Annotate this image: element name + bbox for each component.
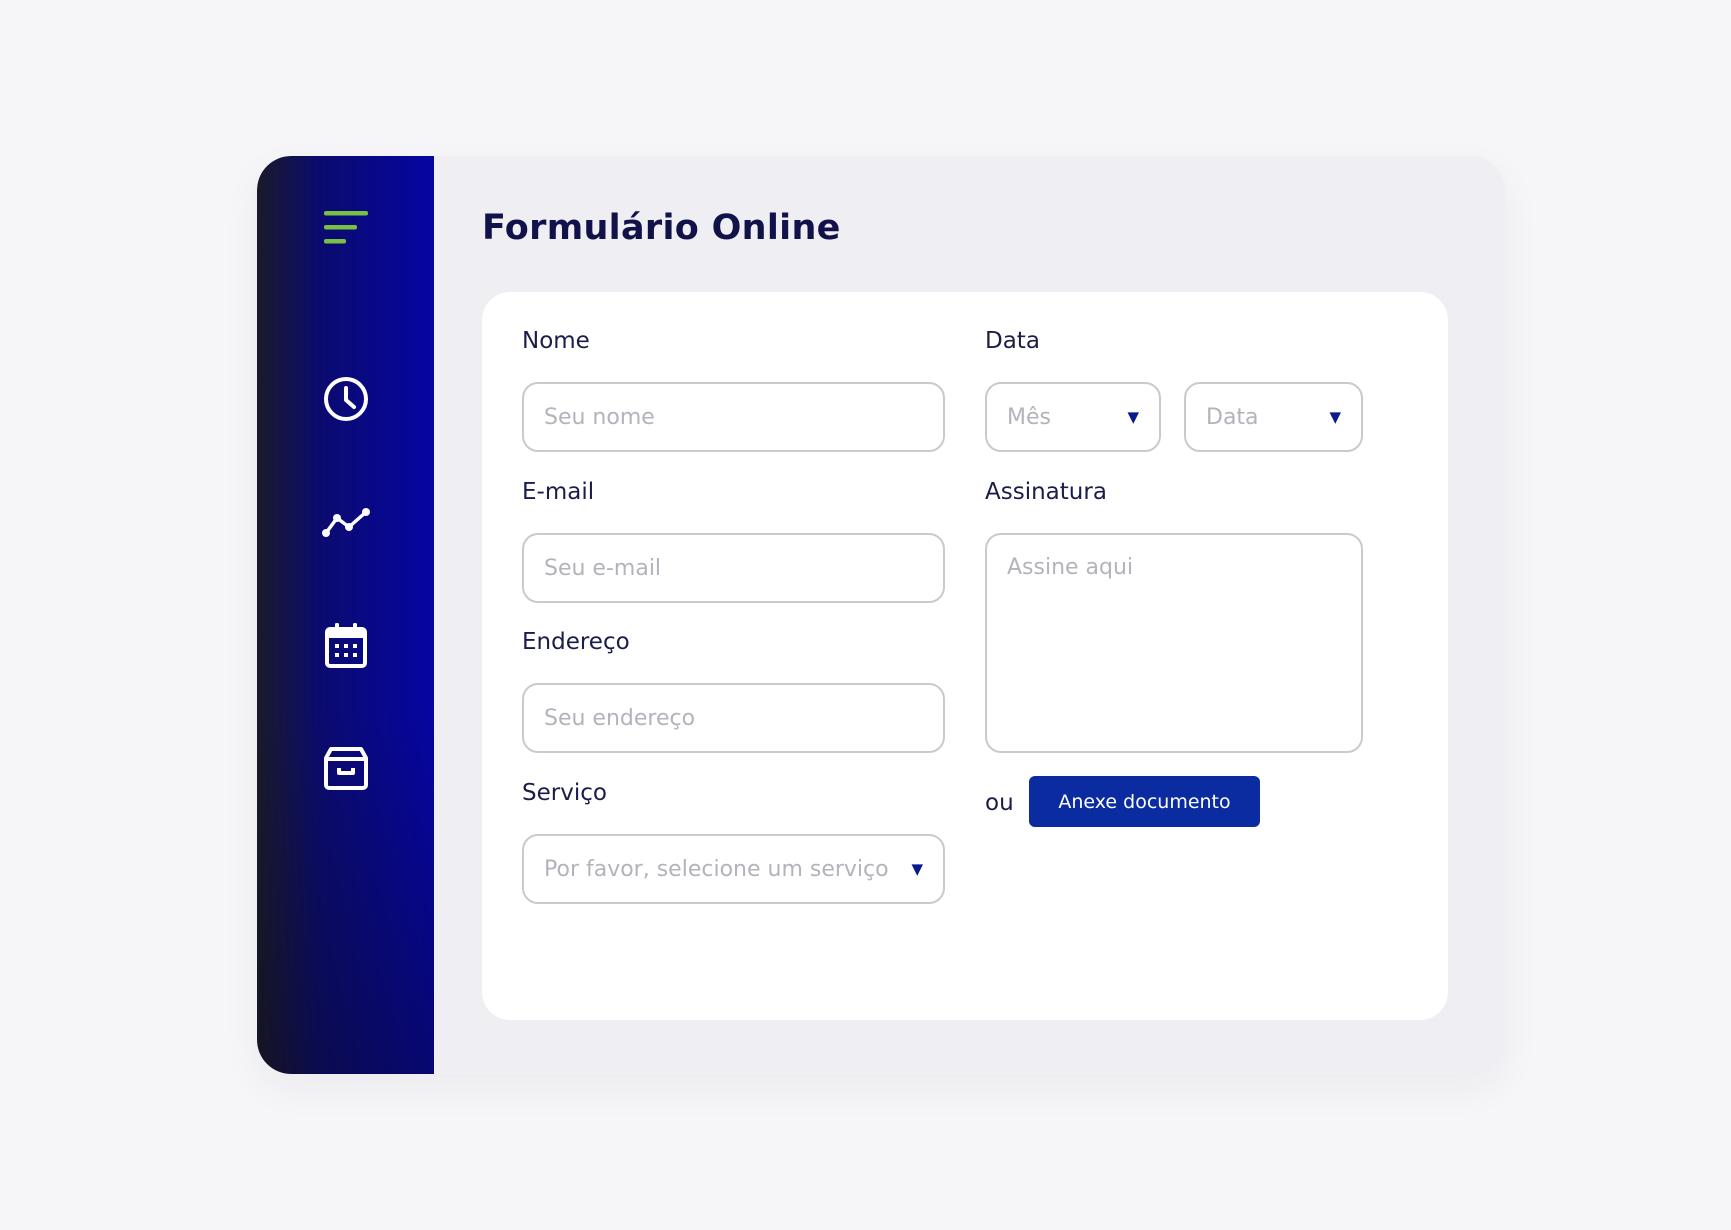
email-label: E-mail [522, 479, 595, 505]
month-select[interactable]: Mês ▼ [985, 382, 1161, 452]
clock-icon[interactable] [318, 371, 374, 427]
form-card: Nome E-mail Endereço Serviço Por favor, … [482, 292, 1448, 1020]
email-input[interactable] [522, 533, 945, 603]
chevron-down-icon: ▼ [1329, 408, 1341, 426]
service-select-placeholder: Por favor, selecione um serviço [544, 856, 889, 882]
day-select-placeholder: Data [1206, 404, 1259, 430]
or-text: ou [985, 790, 1014, 816]
signature-input[interactable] [985, 533, 1363, 753]
name-label: Nome [522, 328, 590, 354]
signature-label: Assinatura [985, 479, 1107, 505]
chevron-down-icon: ▼ [911, 860, 923, 878]
service-label: Serviço [522, 780, 607, 806]
attach-document-button[interactable]: Anexe documento [1029, 776, 1260, 827]
date-label: Data [985, 328, 1040, 354]
trend-icon[interactable] [318, 494, 374, 550]
chevron-down-icon: ▼ [1127, 408, 1139, 426]
month-select-placeholder: Mês [1007, 404, 1051, 430]
archive-icon[interactable] [318, 740, 374, 796]
sidebar [257, 156, 434, 1074]
menu-icon[interactable] [318, 200, 374, 256]
app-window: Formulário Online Nome E-mail Endereço S… [257, 156, 1505, 1074]
calendar-icon[interactable] [318, 617, 374, 673]
address-label: Endereço [522, 629, 630, 655]
page-title: Formulário Online [482, 208, 841, 248]
day-select[interactable]: Data ▼ [1184, 382, 1363, 452]
address-input[interactable] [522, 683, 945, 753]
name-input[interactable] [522, 382, 945, 452]
service-select[interactable]: Por favor, selecione um serviço ▼ [522, 834, 945, 904]
